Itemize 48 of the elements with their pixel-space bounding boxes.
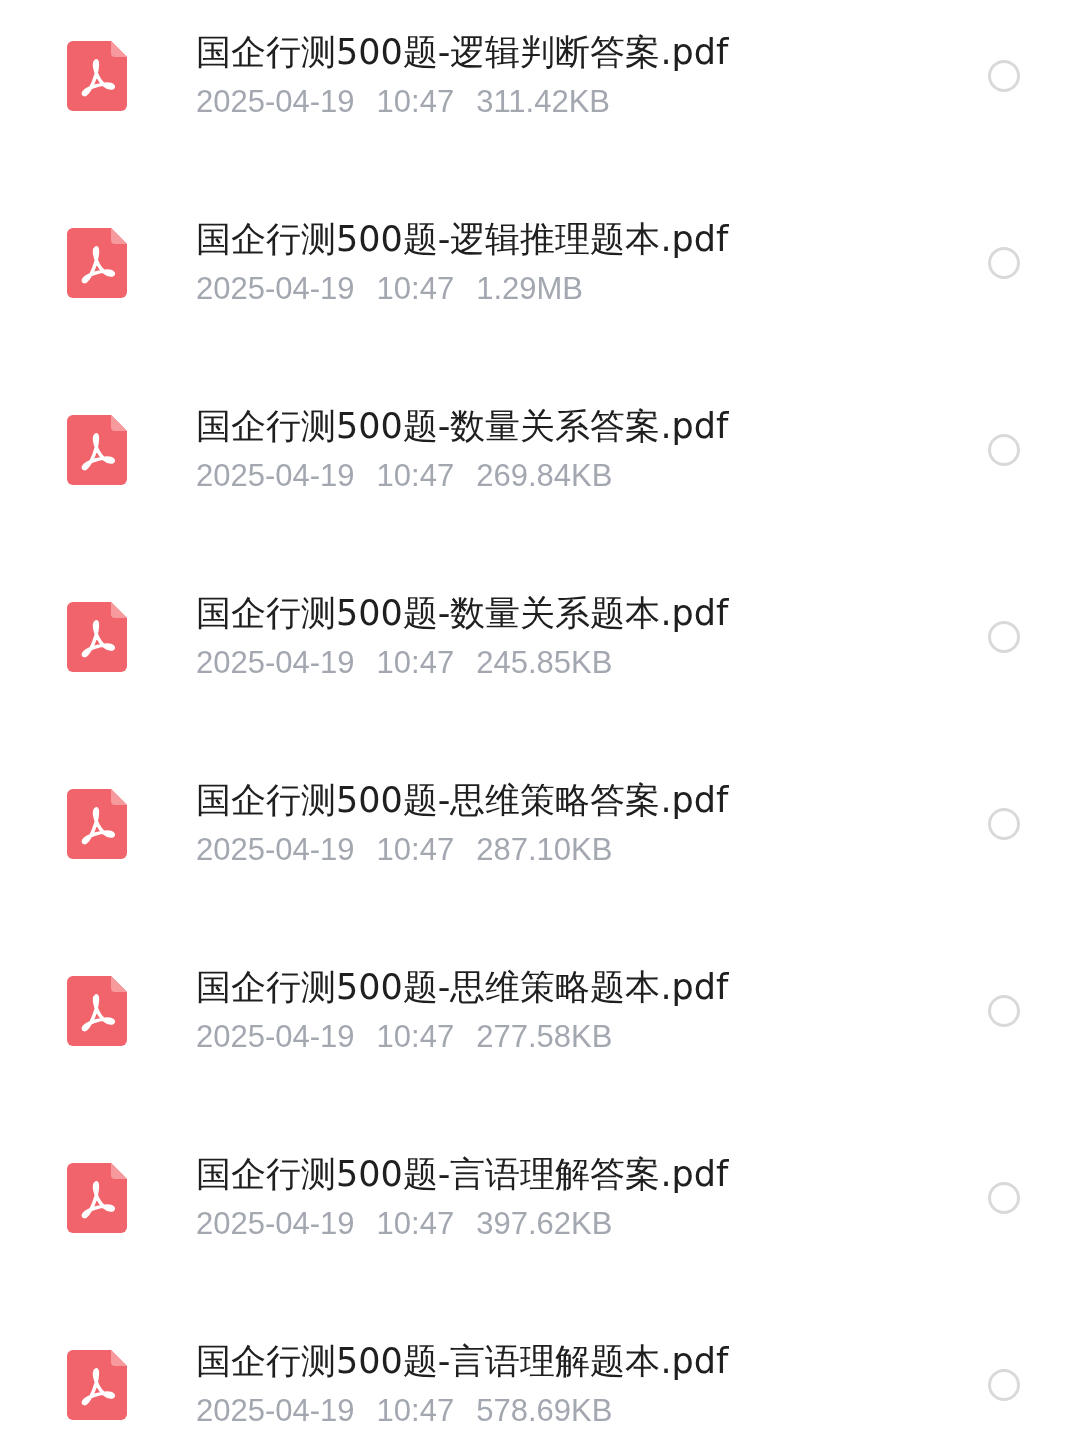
- file-name: 国企行测500题-逻辑推理题本.pdf: [196, 217, 730, 261]
- select-radio[interactable]: [988, 807, 1020, 840]
- select-radio[interactable]: [988, 246, 1020, 279]
- file-name: 国企行测500题-思维策略答案.pdf: [196, 778, 730, 822]
- select-radio[interactable]: [988, 59, 1020, 92]
- pdf-file-icon: [67, 40, 127, 111]
- select-radio[interactable]: [988, 1181, 1020, 1214]
- file-time: 10:47: [376, 456, 455, 495]
- file-size: 245.85KB: [476, 643, 613, 682]
- file-name: 国企行测500题-数量关系题本.pdf: [196, 591, 730, 635]
- file-time: 10:47: [376, 1391, 455, 1430]
- file-time: 10:47: [376, 643, 455, 682]
- file-size: 269.84KB: [476, 456, 613, 495]
- pdf-file-icon: [67, 1349, 127, 1420]
- select-radio[interactable]: [988, 994, 1020, 1027]
- file-time: 10:47: [376, 1017, 455, 1056]
- select-radio[interactable]: [988, 433, 1020, 466]
- file-date: 2025-04-19: [196, 1017, 355, 1056]
- file-time: 10:47: [376, 1204, 455, 1243]
- file-date: 2025-04-19: [196, 269, 355, 308]
- pdf-file-icon: [67, 1162, 127, 1233]
- file-time: 10:47: [376, 82, 455, 121]
- file-name: 国企行测500题-言语理解答案.pdf: [196, 1152, 730, 1196]
- file-date: 2025-04-19: [196, 1391, 355, 1430]
- file-time: 10:47: [376, 269, 455, 308]
- file-name: 国企行测500题-数量关系答案.pdf: [196, 404, 730, 448]
- pdf-file-icon: [67, 601, 127, 672]
- file-size: 1.29MB: [476, 269, 583, 308]
- file-size: 311.42KB: [476, 82, 611, 121]
- file-name: 国企行测500题-逻辑判断答案.pdf: [196, 30, 730, 74]
- file-size: 277.58KB: [476, 1017, 613, 1056]
- select-radio[interactable]: [988, 620, 1020, 653]
- file-name: 国企行测500题-言语理解题本.pdf: [196, 1339, 730, 1383]
- file-date: 2025-04-19: [196, 456, 355, 495]
- file-date: 2025-04-19: [196, 643, 355, 682]
- file-date: 2025-04-19: [196, 1204, 355, 1243]
- file-size: 287.10KB: [476, 830, 613, 869]
- file-size: 578.69KB: [476, 1391, 613, 1430]
- file-time: 10:47: [376, 830, 455, 869]
- pdf-file-icon: [67, 227, 127, 298]
- pdf-file-icon: [67, 414, 127, 485]
- file-date: 2025-04-19: [196, 82, 355, 121]
- file-name: 国企行测500题-思维策略题本.pdf: [196, 965, 730, 1009]
- file-date: 2025-04-19: [196, 830, 355, 869]
- file-size: 397.62KB: [476, 1204, 613, 1243]
- pdf-file-icon: [67, 788, 127, 859]
- select-radio[interactable]: [988, 1368, 1020, 1401]
- pdf-file-icon: [67, 975, 127, 1046]
